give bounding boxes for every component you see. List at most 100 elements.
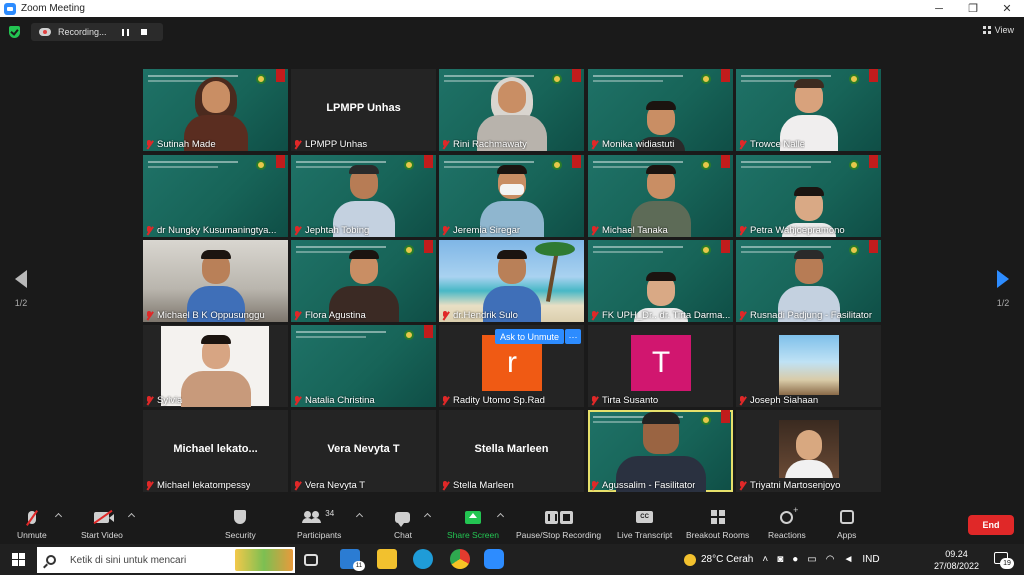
participant-name-bar: Flora Agustina (293, 310, 366, 321)
slide-red-banner (572, 155, 581, 168)
participant-tile[interactable]: Vera Nevyta T Vera Nevyta T (291, 410, 436, 492)
live-transcript-button[interactable]: CC Live Transcript (617, 507, 672, 540)
taskbar-clock[interactable]: 09.24 27/08/2022 (934, 548, 979, 572)
security-button[interactable]: Security (225, 507, 256, 540)
participant-tile[interactable]: Joseph Siahaan (736, 325, 881, 407)
apps-label: Apps (837, 530, 857, 540)
camera-off-icon (94, 511, 115, 523)
participant-name: Michael B K Oppusunggu (157, 310, 265, 321)
participant-tile[interactable]: Stella Marleen Stella Marleen (439, 410, 584, 492)
participant-tile[interactable]: Michael lekato... Michael lekatompessy (143, 410, 288, 492)
search-icon (46, 555, 56, 565)
slide-header-text (296, 161, 386, 163)
participant-name: Michael lekatompessy (157, 480, 251, 491)
muted-mic-icon (738, 481, 746, 490)
audio-options-chevron-icon[interactable] (54, 512, 63, 521)
muted-mic-icon (738, 396, 746, 405)
microphone-tray-icon[interactable]: ● (792, 554, 798, 565)
muted-mic-icon (590, 226, 598, 235)
next-page[interactable]: 1/2 (988, 270, 1018, 308)
participant-tile[interactable]: FK UPH_Dr.. dr. Tirta Darma... (588, 240, 733, 322)
pause-stop-recording-button[interactable]: Pause/Stop Recording (516, 507, 601, 540)
muted-mic-icon (441, 396, 449, 405)
pause-recording-icon[interactable] (122, 28, 129, 36)
ask-to-unmute-button[interactable]: Ask to Unmute (495, 329, 565, 344)
participant-name-bar: Sutinah Made (145, 139, 216, 150)
restore-icon[interactable]: ❐ (956, 0, 990, 17)
muted-mic-icon (145, 140, 153, 149)
taskbar-search-box[interactable]: Ketik di sini untuk mencari (37, 547, 295, 573)
video-options-chevron-icon[interactable] (127, 512, 136, 521)
chrome-browser-icon[interactable] (450, 549, 470, 569)
participant-tile[interactable]: Agussalim - Fasilitator (588, 410, 733, 492)
chevron-up-icon[interactable]: ˄ (762, 554, 768, 565)
search-highlight-image (235, 549, 293, 571)
view-button[interactable]: View (982, 25, 1014, 35)
pause-stop-recording-label: Pause/Stop Recording (516, 530, 602, 540)
participant-tile[interactable]: Michael B K Oppusunggu (143, 240, 288, 322)
chat-bubble-icon (395, 511, 411, 527)
participant-tile[interactable]: LPMPP Unhas LPMPP Unhas (291, 69, 436, 151)
reactions-button[interactable]: Reactions (768, 505, 806, 541)
arrow-right-icon[interactable] (997, 270, 1009, 288)
volume-icon[interactable]: ◄ (843, 554, 853, 565)
weather-text[interactable]: 28°C Cerah (701, 554, 753, 565)
camera-tray-icon[interactable]: ◙ (777, 554, 783, 565)
participant-tile[interactable]: T Tirta Susanto (588, 325, 733, 407)
participant-name: Trowce Nalle (750, 139, 806, 150)
breakout-rooms-button[interactable]: Breakout Rooms (686, 507, 749, 540)
slide-red-banner (869, 155, 878, 168)
participant-tile[interactable]: Triyatni Martosenjoyo (736, 410, 881, 492)
participant-tile[interactable]: Jephtah Tobing (291, 155, 436, 237)
university-logo-icon (404, 330, 414, 340)
participant-tile[interactable]: dr.Hendrik Sulo (439, 240, 584, 322)
participant-tile[interactable]: Sutinah Made (143, 69, 288, 151)
participant-tile[interactable]: Natalia Christina (291, 325, 436, 407)
windows-start-icon[interactable] (12, 553, 25, 566)
close-icon[interactable]: ✕ (990, 0, 1024, 17)
participant-name: Petra Wahjoepramono (750, 225, 845, 236)
wifi-icon[interactable]: ◠ (826, 554, 835, 565)
start-video-button[interactable]: Start Video (81, 507, 123, 540)
participant-tile[interactable]: Sylvia (143, 325, 288, 407)
slide-header-text (296, 331, 386, 333)
file-explorer-icon[interactable] (377, 549, 397, 569)
encryption-shield-icon[interactable] (9, 26, 20, 38)
participant-tile[interactable]: Rini Rachmawaty (439, 69, 584, 151)
university-logo-icon (256, 160, 266, 170)
meeting-top-bar: Recording... View (0, 17, 1024, 47)
share-screen-button[interactable]: Share Screen (447, 507, 499, 540)
prev-page[interactable]: 1/2 (6, 270, 36, 308)
participants-button[interactable]: 34 Participants (297, 507, 341, 541)
grid-view-icon (982, 26, 991, 34)
stop-recording-icon[interactable] (141, 29, 147, 35)
participant-tile[interactable]: Flora Agustina (291, 240, 436, 322)
participant-name-bar: Michael B K Oppusunggu (145, 310, 265, 321)
unmute-button[interactable]: Unmute (17, 507, 47, 540)
chat-chevron-icon[interactable] (423, 512, 432, 521)
edge-browser-icon[interactable] (413, 549, 433, 569)
participant-tile[interactable]: Michael Tanaka (588, 155, 733, 237)
participant-tile[interactable]: Trowce Nalle (736, 69, 881, 151)
participant-name-bar: Stella Marleen (441, 480, 514, 491)
arrow-left-icon[interactable] (15, 270, 27, 288)
end-meeting-button[interactable]: End (968, 515, 1014, 535)
university-logo-icon (552, 74, 562, 84)
participant-tile[interactable]: Petra Wahjoepramono (736, 155, 881, 237)
participant-tile[interactable]: dr Nungky Kusumaningtya... (143, 155, 288, 237)
language-indicator[interactable]: IND (862, 554, 879, 565)
chat-button[interactable]: Chat (394, 507, 412, 540)
participant-name: Flora Agustina (305, 310, 366, 321)
participant-tile[interactable]: Rusnadi Padjung - Fasilitator (736, 240, 881, 322)
minimize-icon[interactable]: ─ (922, 0, 956, 17)
participant-tile[interactable]: Monika widiastuti (588, 69, 733, 151)
more-options-button[interactable]: ··· (565, 329, 581, 344)
participant-tile[interactable]: Jeremia Siregar (439, 155, 584, 237)
breakout-rooms-icon (710, 510, 725, 524)
battery-icon[interactable]: ▭ (807, 554, 816, 565)
apps-button[interactable]: Apps (837, 507, 856, 540)
participants-chevron-icon[interactable] (355, 512, 364, 521)
zoom-taskbar-icon[interactable] (484, 549, 504, 569)
task-view-icon[interactable] (304, 554, 318, 566)
participant-name-bar: Radity Utomo Sp.Rad (441, 395, 545, 406)
